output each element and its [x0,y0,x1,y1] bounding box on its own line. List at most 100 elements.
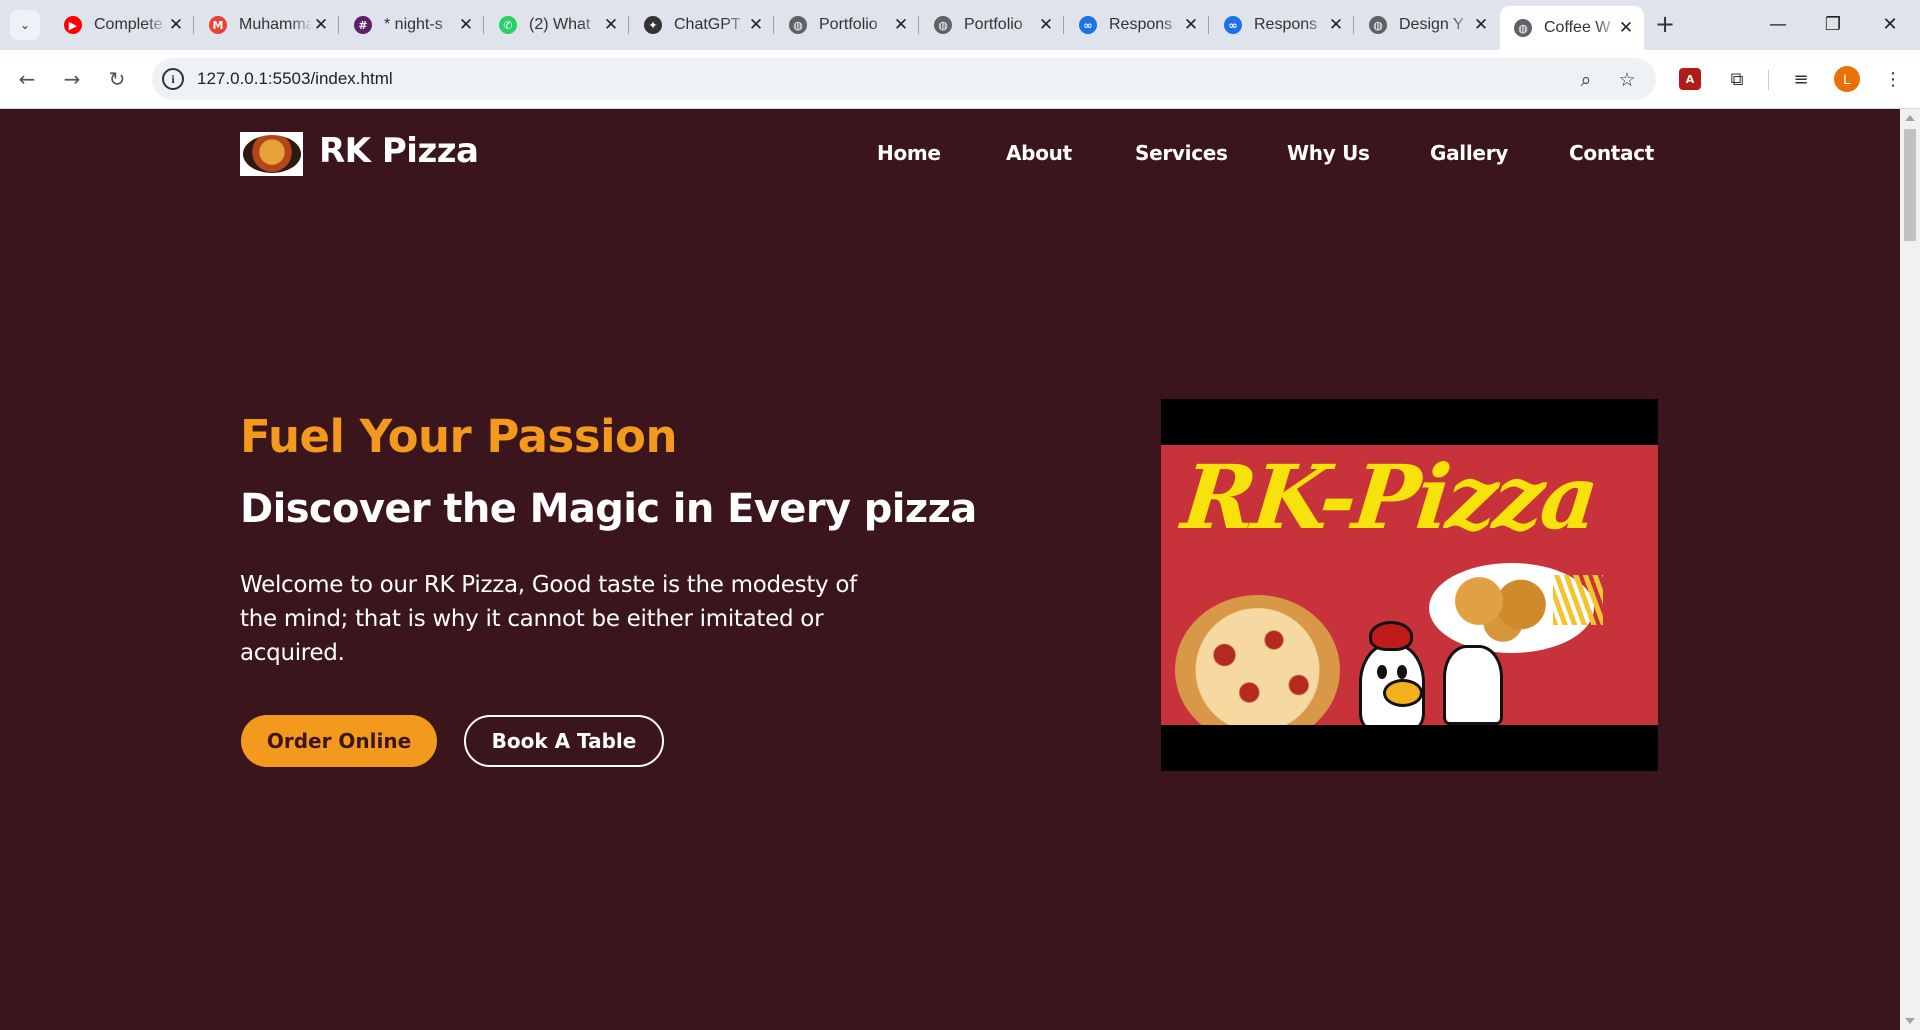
browser-tab[interactable]: M Muhammad✕ [195,6,339,44]
globe-icon: ◍ [1514,19,1532,37]
nav-why-us[interactable]: Why Us [1287,141,1370,165]
order-online-button[interactable]: Order Online [241,715,437,767]
address-bar[interactable]: i 127.0.0.1:5503/index.html ⌕ ☆ [152,58,1656,100]
minimize-button[interactable]: — [1758,8,1798,40]
close-icon: ✕ [1882,13,1898,35]
nav-about[interactable]: About [1006,141,1072,165]
tab-separator [193,16,194,34]
nav-home[interactable]: Home [877,141,941,165]
reload-button[interactable]: ↻ [102,64,132,94]
browser-tab[interactable]: ◍ Portfolio ✕ [920,6,1064,44]
scroll-up-icon[interactable] [1905,115,1915,121]
close-tab-icon[interactable]: ✕ [603,15,619,35]
zoom-icon[interactable]: ⌕ [1574,68,1598,92]
rk-pizza-banner: RK-Pizza [1161,445,1658,725]
close-tab-icon[interactable]: ✕ [1183,15,1199,35]
close-tab-icon[interactable]: ✕ [893,15,909,35]
browser-toolbar: ← → ↻ i 127.0.0.1:5503/index.html ⌕ ☆ A … [0,50,1920,109]
tab-title: Portfolio [964,16,1023,33]
browser-tab[interactable]: ▶ Complete ✕ [50,6,194,44]
media-control-icon[interactable]: ≡ [1786,64,1816,94]
globe-icon: ◍ [789,16,807,34]
book-table-button[interactable]: Book A Table [464,715,664,767]
hero-title: Discover the Magic in Every pizza [240,486,977,532]
slack-icon: # [354,16,372,34]
profile-avatar[interactable]: L [1834,66,1860,92]
close-window-button[interactable]: ✕ [1870,8,1910,40]
tab-separator [1208,16,1209,34]
tab-title: Complete [94,16,163,33]
responsive-icon: ∞ [1224,16,1242,34]
browser-tab[interactable]: ∞ Respons ✕ [1065,6,1209,44]
toolbar-divider [1768,70,1769,90]
globe-icon: ◍ [934,16,952,34]
tab-search-button[interactable]: ⌄ [10,10,40,40]
banner-title: RK-Pizza [1177,445,1601,549]
close-tab-icon[interactable]: ✕ [458,15,474,35]
chatgpt-icon: ✦ [644,16,662,34]
scrollbar-thumb[interactable] [1904,129,1916,241]
hero-kicker: Fuel Your Passion [240,410,678,463]
hero-video[interactable]: RK-Pizza [1161,399,1658,771]
tab-title: * night-s [384,16,443,33]
site-info-icon[interactable]: i [162,68,184,90]
close-tab-icon[interactable]: ✕ [313,15,329,35]
close-tab-icon[interactable]: ✕ [1618,18,1634,38]
pizza-illustration [1175,595,1340,725]
glove-hand-illustration [1443,645,1503,725]
browser-tab[interactable]: ◍ Coffee W ✕ [1500,6,1644,50]
tab-title: Design Y [1399,16,1464,33]
plus-icon: + [1654,10,1676,38]
browser-tab[interactable]: ✆ (2) What ✕ [485,6,629,44]
youtube-icon: ▶ [64,16,82,34]
new-tab-button[interactable]: + [1652,12,1678,38]
reload-icon: ↻ [108,67,126,91]
tab-separator [918,16,919,34]
scroll-down-icon[interactable] [1905,1018,1915,1024]
globe-icon: ◍ [1369,16,1387,34]
nav-gallery[interactable]: Gallery [1430,141,1508,165]
tab-title: Respons [1109,16,1173,33]
browser-tab[interactable]: ✦ ChatGPT ✕ [630,6,774,44]
close-tab-icon[interactable]: ✕ [1038,15,1054,35]
arrow-left-icon: ← [18,67,36,91]
pizza-logo-icon [242,135,301,173]
logo-image[interactable] [240,132,303,176]
fried-chicken-illustration [1443,573,1563,643]
tab-separator [338,16,339,34]
site-header: RK Pizza Home About Services Why Us Gall… [0,109,1900,199]
browser-tab[interactable]: # * night-s ✕ [340,6,484,44]
close-tab-icon[interactable]: ✕ [748,15,764,35]
url-text[interactable]: 127.0.0.1:5503/index.html [197,69,393,89]
forward-button[interactable]: → [57,64,87,94]
close-tab-icon[interactable]: ✕ [1473,15,1489,35]
hero-description: Welcome to our RK Pizza, Good taste is t… [240,572,857,666]
back-button[interactable]: ← [12,64,42,94]
tab-strip: ⌄ ▶Complete✕MMuhammad✕#* night-s✕✆(2) Wh… [0,0,1920,50]
restore-icon: ❐ [1824,13,1842,35]
menu-kebab-icon[interactable]: ⋮ [1878,64,1908,94]
nav-contact[interactable]: Contact [1569,141,1654,165]
close-tab-icon[interactable]: ✕ [1328,15,1344,35]
tab-title: Respons [1254,16,1318,33]
tab-title: Portfolio [819,16,878,33]
chevron-down-icon: ⌄ [19,18,31,32]
nav-services[interactable]: Services [1135,141,1228,165]
close-tab-icon[interactable]: ✕ [168,15,184,35]
pdf-extension-icon[interactable]: A [1679,68,1701,90]
browser-tab[interactable]: ∞ Respons ✕ [1210,6,1354,44]
browser-tab[interactable]: ◍ Portfolio ✕ [775,6,919,44]
tab-title: (2) What [529,16,591,33]
bookmark-star-icon[interactable]: ☆ [1615,68,1639,92]
browser-tab[interactable]: ◍ Design Y ✕ [1355,6,1499,44]
extensions-icon[interactable]: ⧉ [1722,64,1752,94]
chicken-mascot-icon [1353,621,1433,725]
tab-separator [483,16,484,34]
page-viewport: RK Pizza Home About Services Why Us Gall… [0,109,1920,1030]
tab-title: ChatGPT [674,16,741,33]
restore-button[interactable]: ❐ [1813,8,1853,40]
arrow-right-icon: → [63,67,81,91]
page-scrollbar[interactable] [1900,109,1920,1030]
tab-separator [773,16,774,34]
brand-name[interactable]: RK Pizza [319,131,479,171]
